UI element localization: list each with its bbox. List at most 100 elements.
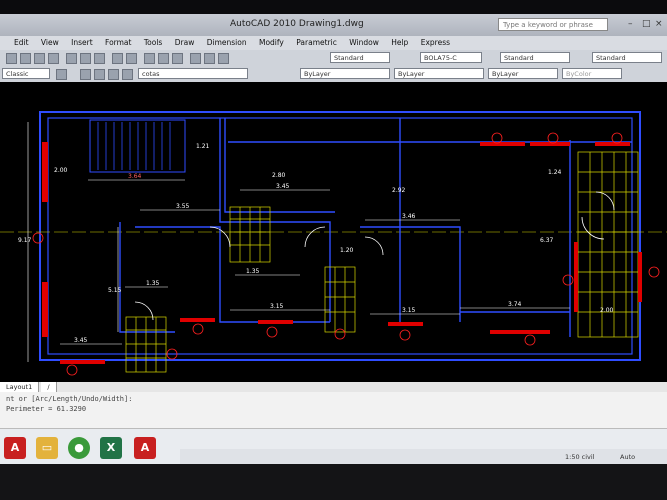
menu-modify[interactable]: Modify (254, 36, 289, 47)
paste-icon[interactable] (94, 53, 105, 64)
dim-label: 3.46 (402, 213, 416, 220)
save-icon[interactable] (34, 53, 45, 64)
dim-label: 6.37 (540, 237, 554, 244)
command-input[interactable] (6, 415, 661, 425)
dim-label: 1.20 (340, 247, 354, 254)
dim-label: 1.24 (548, 169, 562, 176)
layout-tabs: Layout1 / (0, 382, 667, 392)
floor-plan-drawing: 3.64 1.21 3.55 3.45 2.00 3.46 1.20 1.35 … (0, 111, 667, 376)
zoom-previous-icon[interactable] (172, 53, 183, 64)
menu-tools[interactable]: Tools (139, 36, 167, 47)
redo-icon[interactable] (126, 53, 137, 64)
print-icon[interactable] (48, 53, 59, 64)
lineweight-select[interactable]: ByLayer (488, 68, 558, 79)
command-history-line: Perimeter = 61.3290 (6, 405, 87, 413)
interior-walls (119, 118, 632, 337)
dim-label: 9.17 (18, 237, 32, 244)
open-file-icon[interactable] (20, 53, 31, 64)
autocad-icon[interactable]: A (134, 437, 156, 459)
new-file-icon[interactable] (6, 53, 17, 64)
design-center-icon[interactable] (204, 53, 215, 64)
text-style-select[interactable]: Standard (330, 52, 390, 63)
properties-icon[interactable] (190, 53, 201, 64)
autocad-window: AutoCAD 2010 Drawing1.dwg Type a keyword… (0, 14, 667, 464)
folder-icon[interactable]: ▭ (36, 437, 58, 459)
maximize-button[interactable]: □ (642, 19, 651, 29)
dim-style-select[interactable]: BOLA75-C (420, 52, 482, 63)
menu-dimension[interactable]: Dimension (202, 36, 252, 47)
search-input[interactable]: Type a keyword or phrase (498, 18, 608, 31)
menu-express[interactable]: Express (416, 36, 455, 47)
command-history-line: nt or [Arc/Length/Undo/Width]: (6, 395, 133, 403)
menu-parametric[interactable]: Parametric (291, 36, 342, 47)
table-style-select[interactable]: Standard (500, 52, 570, 63)
standard-toolbar: Standard BOLA75-C Standard Standard (0, 50, 667, 67)
dim-label: 2.80 (272, 172, 286, 179)
sun-icon[interactable] (108, 69, 119, 80)
workspace-settings-icon[interactable] (56, 69, 67, 80)
menu-bar: Edit View Insert Format Tools Draw Dimen… (0, 36, 667, 50)
command-line[interactable]: nt or [Arc/Length/Undo/Width]: Perimeter… (0, 392, 667, 428)
menu-help[interactable]: Help (386, 36, 413, 47)
pan-icon[interactable] (144, 53, 155, 64)
window-title: AutoCAD 2010 Drawing1.dwg (230, 19, 364, 29)
dim-label: 3.15 (402, 307, 416, 314)
tab-layout1[interactable]: Layout1 (0, 382, 40, 392)
dim-label: 5.15 (108, 287, 122, 294)
excel-icon[interactable]: X (100, 437, 122, 459)
close-button[interactable]: × (655, 19, 663, 29)
minimize-button[interactable]: – (628, 19, 633, 29)
menu-edit[interactable]: Edit (0, 36, 34, 47)
dimension-lines (27, 122, 570, 362)
stairs-outline (89, 119, 186, 173)
dim-label: 2.92 (392, 187, 406, 194)
menu-format[interactable]: Format (100, 36, 136, 47)
dim-label: 1.35 (246, 268, 260, 275)
tile-grids (125, 151, 639, 373)
dim-label: 2.00 (54, 167, 68, 174)
window-tags (32, 132, 660, 376)
menu-view[interactable]: View (36, 36, 64, 47)
status-mode[interactable]: Auto (620, 453, 635, 461)
linetype-select[interactable]: ByLayer (394, 68, 484, 79)
undo-icon[interactable] (112, 53, 123, 64)
copy-icon[interactable] (80, 53, 91, 64)
drawing-canvas[interactable]: 3.64 1.21 3.55 3.45 2.00 3.46 1.20 1.35 … (0, 82, 667, 382)
chrome-icon[interactable]: ● (68, 437, 90, 459)
doors (134, 191, 615, 321)
dim-label: 1.35 (146, 280, 160, 287)
inner-wall (47, 117, 633, 355)
dim-label: 1.21 (196, 143, 210, 150)
annotation-scale[interactable]: 1:50 civil (565, 453, 595, 461)
color-select[interactable]: ByLayer (300, 68, 390, 79)
layer-manager-icon[interactable] (80, 69, 91, 80)
dim-label: 3.64 (128, 173, 142, 180)
menu-insert[interactable]: Insert (66, 36, 98, 47)
menu-draw[interactable]: Draw (170, 36, 200, 47)
workspace-select[interactable]: Classic (2, 68, 50, 79)
tab-separator: / (41, 382, 57, 392)
menu-window[interactable]: Window (344, 36, 384, 47)
layers-toolbar: Classic cotas ByLayer ByLayer ByLayer By… (0, 66, 667, 83)
layer-select[interactable]: cotas (138, 68, 248, 79)
dim-label: 3.55 (176, 203, 190, 210)
dim-label: 3.45 (276, 183, 290, 190)
monitor-bezel (0, 464, 667, 500)
autocad-taskbar-icon[interactable]: A (4, 437, 26, 459)
cut-icon[interactable] (66, 53, 77, 64)
title-bar: AutoCAD 2010 Drawing1.dwg Type a keyword… (0, 14, 667, 36)
taskbar: A ▭ ● X A 1:50 civil Auto (0, 428, 667, 464)
dimension-labels: 3.64 1.21 3.55 3.45 2.00 3.46 1.20 1.35 … (18, 143, 614, 344)
plotstyle-select[interactable]: ByColor (562, 68, 622, 79)
stair-treads (97, 122, 171, 170)
lock-icon[interactable] (122, 69, 133, 80)
dim-label: 3.15 (270, 303, 284, 310)
dim-label: 2.00 (600, 307, 614, 314)
zoom-icon[interactable] (158, 53, 169, 64)
tool-palettes-icon[interactable] (218, 53, 229, 64)
multileader-style-select[interactable]: Standard (592, 52, 662, 63)
dim-label: 3.45 (74, 337, 88, 344)
dim-label: 3.74 (508, 301, 522, 308)
lightbulb-icon[interactable] (94, 69, 105, 80)
status-bar: 1:50 civil Auto (180, 449, 667, 464)
